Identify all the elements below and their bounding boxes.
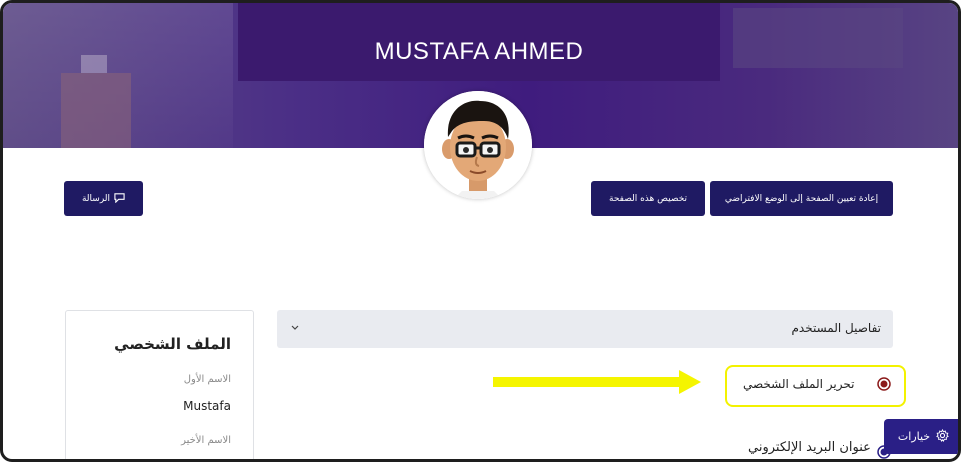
profile-card: الملف الشخصي الاسم الأول Mustafa الاسم ا… — [65, 310, 254, 459]
avatar-illustration — [424, 91, 532, 199]
message-button[interactable]: الرسالة — [64, 181, 143, 216]
profile-card-title: الملف الشخصي — [114, 335, 231, 353]
reset-page-button[interactable]: إعادة تعيين الصفحة إلى الوضع الافتراضي — [710, 181, 893, 216]
first-name-value: Mustafa — [183, 399, 231, 413]
user-details-section-toggle[interactable]: تفاصيل المستخدم — [277, 310, 893, 348]
profile-name: MUSTAFA AHMED — [374, 38, 584, 65]
last-name-label: الاسم الأخير — [181, 435, 231, 446]
email-address-label: عنوان البريد الإلكتروني — [748, 440, 871, 455]
options-button[interactable]: خيارات — [884, 419, 958, 454]
message-icon — [114, 192, 125, 206]
banner-podium — [81, 55, 107, 73]
user-details-label: تفاصيل المستخدم — [791, 321, 881, 335]
avatar — [424, 91, 532, 199]
reset-page-label: إعادة تعيين الصفحة إلى الوضع الافتراضي — [724, 193, 879, 204]
message-button-label: الرسالة — [81, 193, 111, 204]
options-label: خيارات — [897, 430, 931, 443]
chevron-down-icon — [289, 320, 301, 334]
profile-page: MUSTAFA AHMED الرسالة تخصيص هذه الصفحة إ… — [0, 0, 961, 462]
customize-page-button[interactable]: تخصيص هذه الصفحة — [591, 181, 705, 216]
arrow-pointer-icon — [493, 370, 701, 394]
gear-icon — [936, 428, 949, 445]
edit-profile-link[interactable]: تحرير الملف الشخصي — [743, 377, 854, 391]
edit-profile-radio[interactable] — [877, 377, 891, 391]
first-name-label: الاسم الأول — [183, 374, 231, 385]
banner-board-right — [733, 8, 903, 68]
customize-page-label: تخصيص هذه الصفحة — [609, 193, 688, 204]
banner-door — [61, 73, 131, 148]
